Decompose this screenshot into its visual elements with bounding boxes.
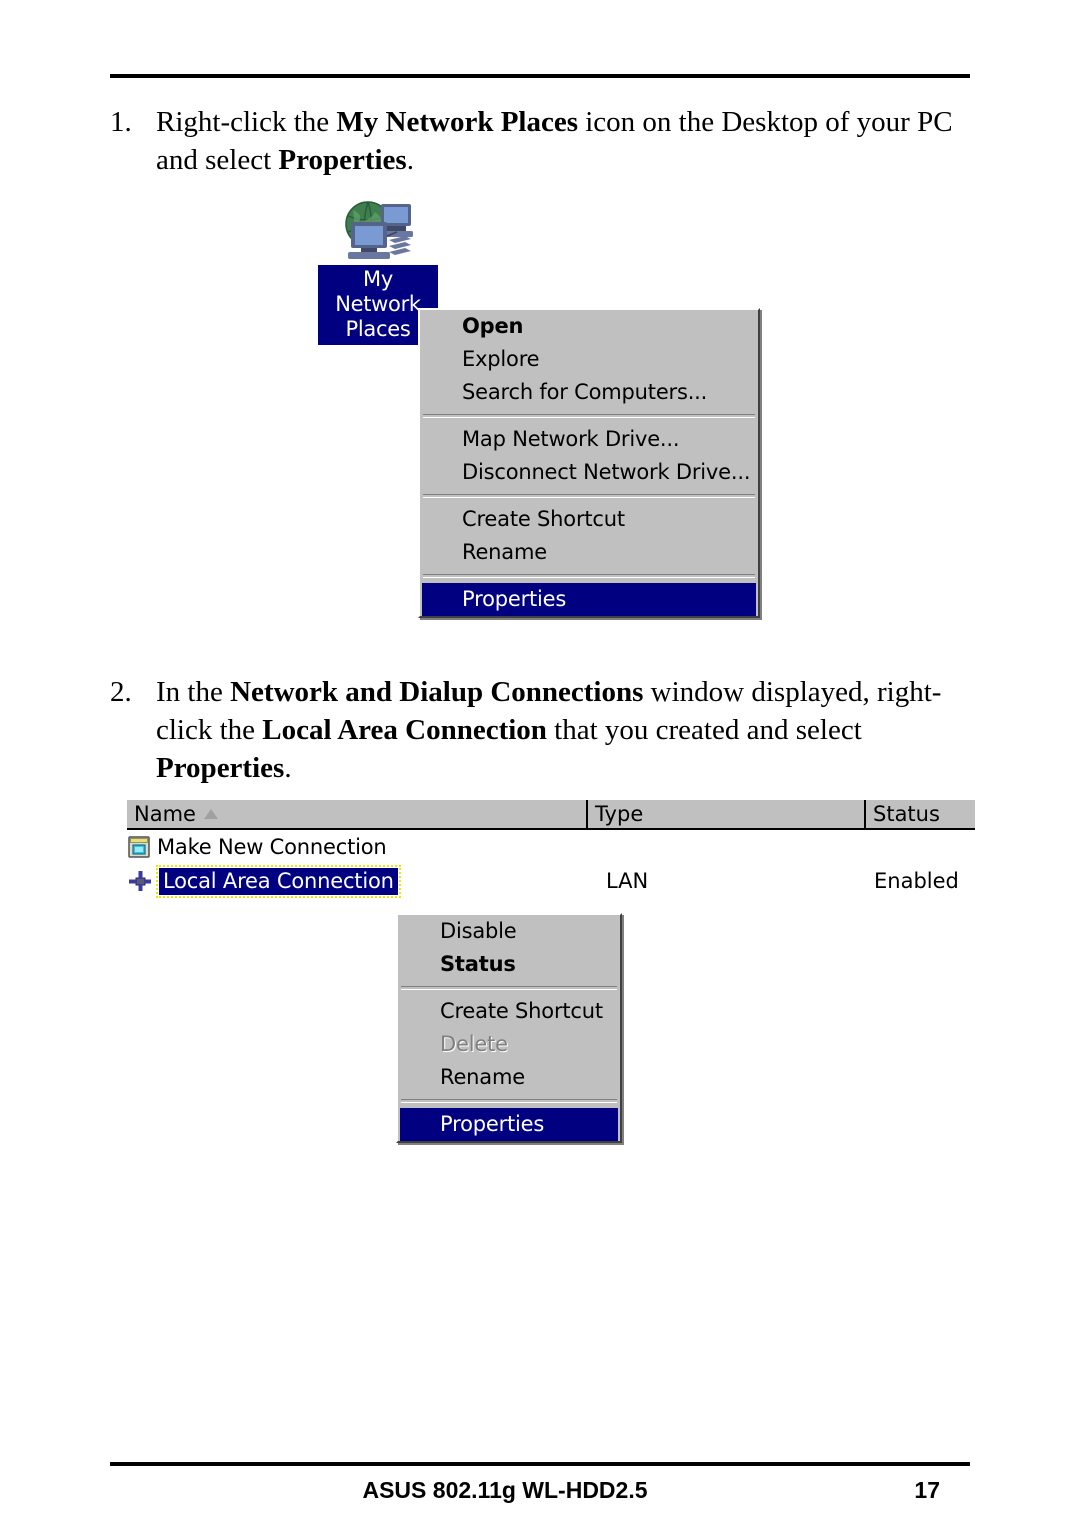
column-header-name-label: Name: [134, 802, 196, 826]
text-run-5: Properties: [156, 752, 285, 784]
footer: ASUS 802.11g WL-HDD2.5 17: [110, 1477, 970, 1511]
column-header-status-label: Status: [873, 802, 940, 826]
list-item-status: Enabled: [874, 869, 959, 893]
step-1-number: 1.: [110, 106, 132, 138]
menu-item-map-network-drive[interactable]: Map Network Drive...: [420, 423, 758, 456]
menu-item-properties[interactable]: Properties: [422, 583, 756, 616]
list-item-name: Make New Connection: [157, 835, 387, 859]
column-header-type-label: Type: [595, 802, 644, 826]
text-run-0: In the: [156, 676, 231, 708]
menu-separator: [401, 1099, 617, 1103]
text-run-0: Right-click the: [156, 106, 337, 138]
menu-item-explore[interactable]: Explore: [420, 343, 758, 376]
page-number: 17: [914, 1477, 940, 1503]
step-2: 2. In the Network and Dialup Connections…: [110, 673, 980, 787]
menu-item-disable[interactable]: Disable: [398, 915, 620, 948]
step-2-number: 2.: [110, 676, 132, 708]
menu-separator: [423, 414, 755, 418]
menu-item-status[interactable]: Status: [398, 948, 620, 981]
list-item[interactable]: Make New Connection: [127, 830, 975, 864]
text-run-1: My Network Places: [336, 106, 578, 138]
sort-ascending-icon: [203, 809, 218, 819]
step-1: 1. Right-click the My Network Places ico…: [110, 103, 980, 179]
list-item-name: Local Area Connection: [156, 864, 401, 898]
my-network-places-icon: [345, 201, 413, 259]
footer-title: ASUS 802.11g WL-HDD2.5: [362, 1477, 648, 1503]
header-rule: [110, 74, 970, 78]
list-item[interactable]: Local Area Connection LAN Enabled: [127, 864, 975, 898]
step-2-text: In the Network and Dialup Connections wi…: [156, 673, 980, 787]
context-menu-my-network-places[interactable]: Open Explore Search for Computers... Map Ne…: [418, 308, 760, 618]
footer-rule: [110, 1462, 970, 1466]
network-connections-list: Name Type Status Make New Connection Loc…: [127, 798, 975, 898]
menu-item-delete: Delete: [440, 1032, 508, 1056]
lan-connection-icon: [129, 871, 151, 891]
column-header-name[interactable]: Name: [127, 800, 588, 828]
text-run-3: Local Area Connection: [262, 714, 547, 746]
menu-item-rename[interactable]: Rename: [398, 1061, 620, 1094]
menu-item-properties[interactable]: Properties: [400, 1108, 618, 1141]
text-run-4: .: [406, 144, 414, 176]
menu-separator: [401, 986, 617, 990]
text-run-6: .: [284, 752, 292, 784]
menu-item-rename[interactable]: Rename: [420, 536, 758, 569]
column-header-status[interactable]: Status: [866, 800, 975, 828]
menu-separator: [423, 574, 755, 578]
step-1-text: Right-click the My Network Places icon o…: [156, 103, 980, 179]
menu-separator: [423, 494, 755, 498]
list-header: Name Type Status: [127, 798, 975, 830]
text-run-3: Properties: [278, 144, 407, 176]
list-item-type: LAN: [606, 869, 649, 893]
menu-item-create-shortcut[interactable]: Create Shortcut: [398, 995, 620, 1028]
text-run-1: Network and Dialup Connections: [230, 676, 644, 708]
context-menu-local-area-connection[interactable]: Disable Status Create Shortcut Delete Rename…: [396, 913, 622, 1143]
text-run-4: that you created and select: [546, 714, 862, 746]
menu-item-search-for-computers[interactable]: Search for Computers...: [420, 376, 758, 409]
menu-item-open[interactable]: Open: [420, 310, 758, 343]
menu-item-create-shortcut[interactable]: Create Shortcut: [420, 503, 758, 536]
make-new-connection-icon: [128, 836, 150, 858]
menu-item-disconnect-network-drive[interactable]: Disconnect Network Drive...: [420, 456, 758, 489]
column-header-type[interactable]: Type: [588, 800, 866, 828]
